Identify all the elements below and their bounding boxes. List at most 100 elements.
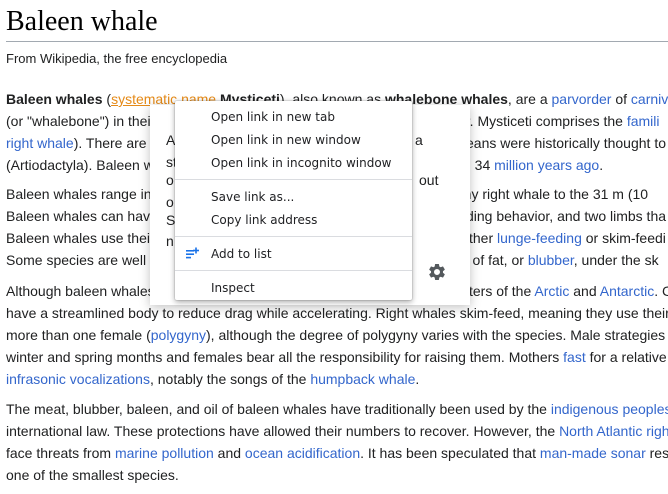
link-fast[interactable]: fast	[563, 349, 586, 365]
text: winter and spring months and females bea…	[6, 349, 564, 365]
menu-item-open-incognito[interactable]: Open link in incognito window	[175, 152, 412, 175]
text: ding behavior, and two limbs tha	[466, 208, 667, 224]
text: gmy right whale to the 31 m (10	[452, 186, 649, 202]
menu-separator	[175, 236, 412, 237]
menu-item-add-to-list[interactable]: Add to list	[175, 243, 412, 266]
link-polygyny[interactable]: polygyny	[151, 327, 206, 343]
gear-icon[interactable]	[427, 262, 447, 282]
preview-text: S	[166, 212, 176, 228]
text: ters of the	[469, 283, 535, 299]
link-marine-pollution[interactable]: marine pollution	[115, 445, 214, 461]
link-antarctic[interactable]: Antarctic	[600, 283, 654, 299]
paragraph-3-line-5: infrasonic vocalizations, notably the so…	[6, 369, 419, 389]
paragraph-3-line-1: Although baleen whales ters of the Arctic…	[6, 281, 668, 301]
menu-item-inspect[interactable]: Inspect	[175, 277, 412, 300]
link-carnivora[interactable]: carniv	[631, 91, 668, 107]
text: , notably the songs of the	[149, 371, 311, 387]
text: or skim-feedi	[581, 230, 666, 246]
menu-item-open-new-window[interactable]: Open link in new window	[175, 129, 412, 152]
link-million-years-ago[interactable]: million years ago	[494, 157, 599, 173]
text: eans were historically thought to	[466, 135, 666, 151]
paragraph-3-line-3: more than one female (polygyny), althoug…	[6, 325, 665, 345]
link-ocean-acidification[interactable]: ocean acidification	[245, 445, 360, 461]
link-families[interactable]: famili	[627, 113, 660, 129]
text: Although baleen whales	[6, 283, 155, 299]
paragraph-4-line-1: The meat, blubber, baleen, and oil of ba…	[6, 399, 668, 419]
text: , under the sk	[573, 252, 659, 268]
text: res	[645, 445, 668, 461]
preview-text: out	[419, 172, 439, 188]
text: ). There are	[73, 135, 147, 151]
text: ther	[469, 230, 498, 246]
text: (Artiodactyla). Baleen w	[6, 157, 154, 173]
link-indigenous-peoples[interactable]: indigenous peoples	[551, 401, 668, 417]
text: , are a	[507, 91, 552, 107]
paragraph-2-line-4: Some species are well r of fat, or blubbe…	[6, 250, 659, 270]
article-title: Baleen whale	[6, 6, 158, 37]
menu-item-save-link-as[interactable]: Save link as...	[175, 186, 412, 209]
text: (	[102, 91, 112, 107]
paragraph-1-line-3: right whale). There are eans were histori…	[6, 133, 666, 153]
paragraph-4-line-3: face threats from marine pollution and o…	[6, 443, 668, 463]
text: of	[611, 91, 631, 107]
context-menu: Open link in new tab Open link in new wi…	[175, 101, 412, 300]
paragraph-4-line-2: international law. These protections hav…	[6, 421, 668, 441]
text: Baleen whales use thei	[6, 230, 150, 246]
link-north-atlantic-right-whale[interactable]: North Atlantic righ	[559, 423, 668, 439]
text: for a relative	[585, 349, 667, 365]
text: one of the smallest species.	[6, 467, 179, 483]
link-humpback-whale[interactable]: humpback whale	[310, 371, 415, 387]
link-infrasonic-vocalizations[interactable]: infrasonic vocalizations	[6, 371, 150, 387]
text: international law. These protections hav…	[6, 423, 560, 439]
menu-item-open-new-tab[interactable]: Open link in new tab	[175, 106, 412, 129]
bold-term: Baleen whales	[6, 91, 103, 107]
link-lunge-feeding[interactable]: lunge-feeding	[497, 230, 582, 246]
paragraph-2-line-2: Baleen whales can hav ding behavior, and …	[6, 206, 666, 226]
text: Baleen whales range in	[6, 186, 152, 202]
menu-item-label: Add to list	[211, 247, 272, 261]
text: Baleen whales can hav	[6, 208, 150, 224]
paragraph-1-line-4: (Artiodactyla). Baleen w d 34 million yea…	[6, 155, 603, 175]
text-right: d 34 million years ago.	[463, 155, 603, 175]
text: Some species are well	[6, 252, 147, 268]
text: .	[599, 157, 604, 173]
text: r of fat, or	[464, 252, 528, 268]
paragraph-3-line-2: have a streamlined body to reduce drag w…	[6, 303, 668, 323]
text: and	[213, 445, 245, 461]
article-tagline: From Wikipedia, the free encyclopedia	[6, 51, 228, 66]
menu-separator	[175, 179, 412, 180]
preview-text: o	[166, 172, 174, 188]
link-arctic[interactable]: Arctic	[534, 283, 569, 299]
title-divider	[6, 41, 668, 42]
text: ), although the degree of polygyny varie…	[206, 327, 666, 343]
text-right: ther lunge-feeding or skim-feedi	[469, 228, 666, 248]
text-right: ters of the Arctic and Antarctic. C	[469, 281, 668, 301]
text: . C	[654, 283, 668, 299]
text: face threats from	[6, 445, 115, 461]
menu-separator	[175, 270, 412, 271]
paragraph-2-line-1: Baleen whales range in gmy right whale to…	[6, 184, 648, 204]
preview-text: a	[415, 132, 423, 148]
text: have a streamlined body to reduce drag w…	[6, 305, 668, 321]
text: more than one female (	[6, 327, 151, 343]
text-right: r of fat, or blubber, under the sk	[464, 250, 659, 270]
link-blubber[interactable]: blubber	[528, 252, 574, 268]
preview-text: n	[166, 233, 174, 249]
text: (or "whalebone") in thei	[6, 113, 151, 129]
link-right-whale[interactable]: right whale	[6, 135, 74, 151]
text: .	[415, 371, 420, 387]
link-man-made-sonar[interactable]: man-made sonar	[540, 445, 646, 461]
paragraph-4-line-4: one of the smallest species.	[6, 465, 179, 485]
paragraph-2-line-3: Baleen whales use thei ther lunge-feeding…	[6, 228, 666, 248]
text: and	[569, 283, 600, 299]
add-to-list-icon	[186, 247, 199, 259]
link-parvorder[interactable]: parvorder	[552, 91, 612, 107]
text: er. Mysticeti comprises the	[458, 113, 627, 129]
paragraph-1-line-2: (or "whalebone") in thei er. Mysticeti co…	[6, 111, 660, 131]
text-right: er. Mysticeti comprises the famili	[458, 111, 660, 131]
text: . It has been speculated that	[360, 445, 540, 461]
menu-item-copy-link-address[interactable]: Copy link address	[175, 209, 412, 232]
preview-text: A	[166, 132, 176, 148]
paragraph-3-line-4: winter and spring months and females bea…	[6, 347, 667, 367]
text: The meat, blubber, baleen, and oil of ba…	[6, 401, 551, 417]
